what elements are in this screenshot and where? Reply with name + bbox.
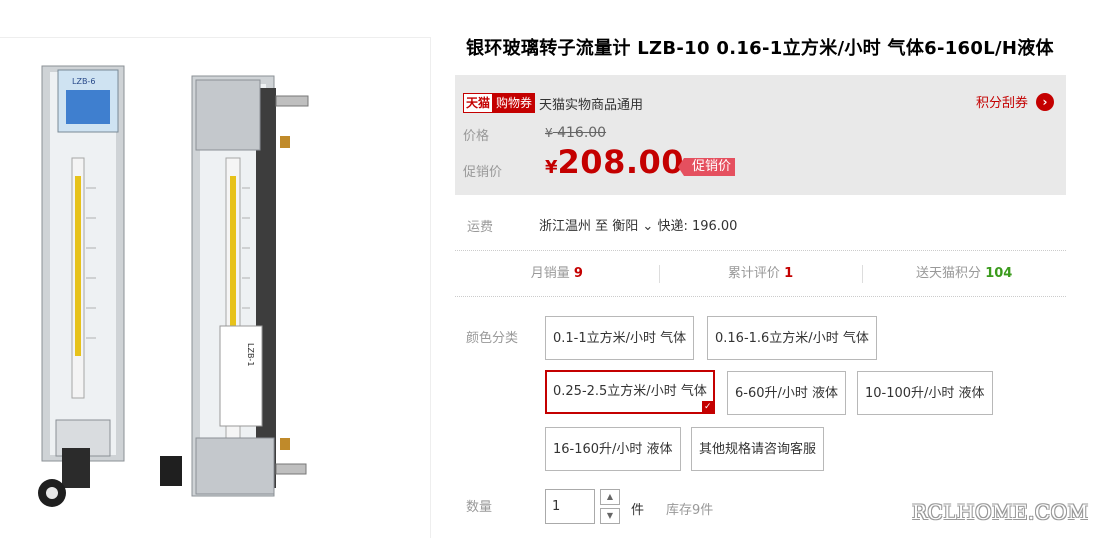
shipping-fee: 快递: 196.00 <box>657 219 738 234</box>
product-image[interactable]: LZB-6 LZB-1 <box>0 37 431 538</box>
tmall-points-value: 104 <box>985 266 1013 281</box>
sku-option[interactable]: 10-100升/小时 液体 <box>857 371 993 415</box>
shipping-info: 浙江温州 至 衡阳 ⌄ 快递: 196.00 <box>539 215 737 234</box>
promo-price: ¥208.00 <box>545 143 684 181</box>
coupon-tag: 购物券 <box>493 93 536 113</box>
shipping-row: 运费 浙江温州 至 衡阳 ⌄ 快递: 196.00 <box>455 200 1066 251</box>
total-reviews-label: 累计评价 <box>727 266 780 281</box>
shipping-route[interactable]: 浙江温州 至 衡阳 <box>539 219 638 234</box>
coupon-description: 天猫实物商品通用 <box>539 98 644 113</box>
monthly-sales-label: 月销量 <box>530 266 570 281</box>
meter-right-label: LZB-1 <box>246 343 255 366</box>
chevron-down-icon[interactable]: ⌄ <box>642 219 653 234</box>
monthly-sales: 月销量 9 <box>455 252 659 296</box>
promo-tag: 促销价 <box>677 158 736 176</box>
sku-option[interactable]: 其他规格请咨询客服 <box>691 427 825 471</box>
watermark: RCLHOME.COM <box>912 500 1089 524</box>
tmall-tag: 天猫 <box>463 93 494 113</box>
promo-currency-symbol: ¥ <box>545 157 558 178</box>
sku-option[interactable]: 0.1-1立方米/小时 气体 <box>545 316 695 360</box>
stock-count: 库存9件 <box>666 503 714 518</box>
original-price-label: 价格 <box>463 129 490 144</box>
promo-price-label: 促销价 <box>463 165 503 180</box>
original-price: ¥ 416.00 <box>545 125 606 141</box>
quantity-label: 数量 <box>466 500 493 515</box>
points-scratch-link[interactable]: 积分刮券 › <box>976 92 1054 111</box>
total-reviews[interactable]: 累计评价 1 <box>658 252 863 296</box>
color-category-label: 颜色分类 <box>466 331 519 346</box>
quantity-unit: 件 <box>631 503 645 518</box>
points-scratch-label: 积分刮券 <box>975 96 1028 111</box>
monthly-sales-value: 9 <box>573 266 583 281</box>
total-reviews-value: 1 <box>784 266 794 281</box>
sku-option[interactable]: 16-160升/小时 液体 <box>545 427 681 471</box>
tmall-points: 送天猫积分 104 <box>862 252 1066 296</box>
original-price-value: 416.00 <box>557 125 607 141</box>
quantity-input[interactable] <box>545 489 595 524</box>
arrow-right-icon: › <box>1036 92 1054 111</box>
tmall-points-label: 送天猫积分 <box>916 266 982 281</box>
flowmeter-illustration: LZB-6 LZB-1 <box>38 65 309 507</box>
quantity-decrease-button[interactable]: ▼ <box>600 508 620 524</box>
product-title: 银环玻璃转子流量计 LZB-10 0.16-1立方米/小时 气体6-160L/H… <box>466 38 1054 59</box>
currency-symbol: ¥ <box>545 126 553 140</box>
shipping-label: 运费 <box>467 220 494 235</box>
coupon-badge[interactable]: 天猫 购物券 <box>463 93 536 113</box>
sku-option-selected[interactable]: 0.25-2.5立方米/小时 气体 <box>545 370 715 414</box>
quantity-increase-button[interactable]: ▲ <box>600 489 620 505</box>
sku-option[interactable]: 6-60升/小时 液体 <box>727 371 847 415</box>
price-box: 天猫 购物券 天猫实物商品通用 积分刮券 › 价格 ¥ 416.00 促销价 ¥… <box>455 75 1066 195</box>
promo-price-value: 208.00 <box>557 143 685 181</box>
meter-left-label: LZB-6 <box>72 77 95 86</box>
sku-option[interactable]: 0.16-1.6立方米/小时 气体 <box>707 316 877 360</box>
stats-bar: 月销量 9 累计评价 1 送天猫积分 104 <box>455 252 1066 297</box>
